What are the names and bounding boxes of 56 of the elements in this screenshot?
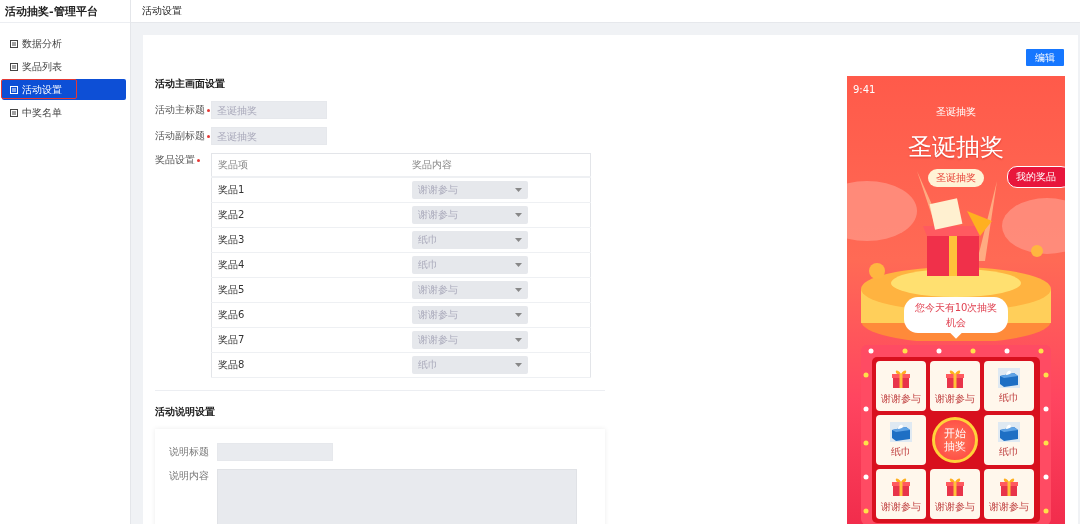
table-cell: 奖品4 [218,259,245,270]
caret-icon [515,213,522,217]
table-cell: 奖品8 [218,359,245,370]
prize-tile: 纸巾 [876,415,926,465]
prize-tile: 谢谢参与 [930,469,980,519]
headline: 圣诞抽奖 [908,132,1004,163]
input-field[interactable]: 圣诞抽奖 [211,101,327,119]
sidebar-item[interactable]: 活动设置 [2,79,126,100]
field-label: 说明内容 [169,469,209,483]
table-cell: 奖品1 [218,184,245,195]
field-label: 奖品设置 [155,153,195,167]
tissue-box-icon [998,367,1020,388]
page-title: 活动设置 [131,0,1080,23]
table-cell: 奖品3 [218,234,245,245]
start-button[interactable]: 开始抽奖 [932,417,978,463]
prize-tile: 谢谢参与 [876,361,926,411]
table-cell: 奖品7 [218,334,245,345]
caret-icon [515,238,522,242]
prize-tile: 谢谢参与 [876,469,926,519]
prize-tile: 谢谢参与 [930,361,980,411]
tag-button[interactable]: 圣诞抽奖 [928,169,984,187]
input-field[interactable] [217,443,333,461]
prize-tile: 纸巾 [984,361,1034,411]
sidebar-item[interactable]: 数据分析 [2,33,126,54]
my-prizes-button[interactable]: 我的奖品 [1007,166,1065,188]
tissue-box-icon [890,421,912,442]
caret-icon [515,188,522,192]
prize-tile: 纸巾 [984,415,1034,465]
section-title: 活动说明设置 [155,405,216,419]
field-label: 说明标题 [169,445,209,459]
nav-title: 圣诞抽奖 [936,105,976,119]
field-label: 活动主标题 [155,103,205,117]
edit-button[interactable]: 编辑 [1026,49,1064,66]
caret-icon [515,288,522,292]
prize-tile: 谢谢参与 [984,469,1034,519]
column-header: 奖品内容 [412,159,452,170]
caret-icon [515,363,522,367]
input-field[interactable]: 圣诞抽奖 [211,127,327,145]
list-icon [10,108,18,117]
caret-icon [515,338,522,342]
list-icon [10,85,18,94]
table-cell: 奖品6 [218,309,245,320]
list-icon [10,39,18,48]
section-title: 活动主画面设置 [155,77,226,91]
tissue-box-icon [998,421,1020,442]
field-label: 活动副标题 [155,129,205,143]
column-header: 奖品项 [218,159,248,170]
sidebar-item[interactable]: 奖品列表 [2,56,126,77]
caret-icon [515,263,522,267]
sidebar-item[interactable]: 中奖名单 [2,102,126,123]
status-time: 9:41 [853,84,876,95]
caret-icon [515,313,522,317]
table-cell: 奖品2 [218,209,245,220]
table-cell: 奖品5 [218,284,245,295]
list-icon [10,62,18,71]
app-title: 活动抽奖-管理平台 [0,0,130,23]
